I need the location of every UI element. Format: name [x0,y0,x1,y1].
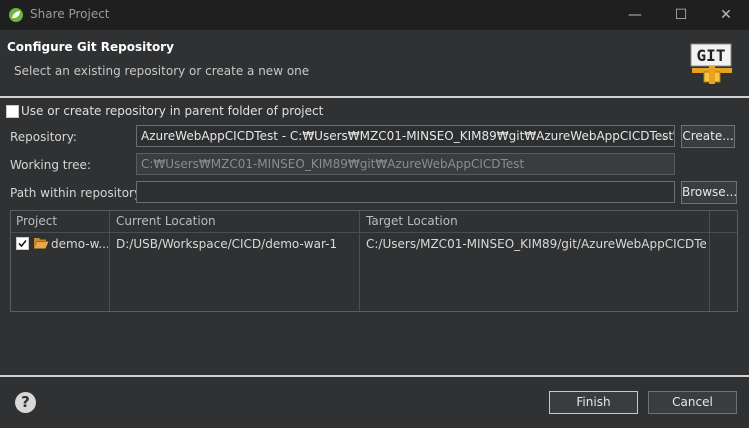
working-tree-label: Working tree: [10,158,91,172]
column-divider [709,211,710,311]
repository-value: AzureWebAppCICDTest - C:₩Users₩MZC01-MIN… [141,129,675,143]
parent-folder-label: Use or create repository in parent folde… [21,104,324,118]
create-repository-button[interactable]: Create... [681,125,735,148]
row-checkbox[interactable] [16,237,29,250]
table-cell-target-location: C:/Users/MZC01-MINSEO_KIM89/git/AzureWeb… [366,237,706,251]
window-title: Share Project [30,7,110,21]
header-separator [0,96,749,98]
repository-label: Repository: [10,130,77,144]
help-icon[interactable]: ? [15,392,36,413]
working-tree-field: C:₩Users₩MZC01-MINSEO_KIM89₩git₩AzureWeb… [136,153,675,175]
working-tree-value: C:₩Users₩MZC01-MINSEO_KIM89₩git₩AzureWeb… [141,157,525,171]
check-icon [18,239,27,248]
repository-combo[interactable]: AzureWebAppCICDTest - C:₩Users₩MZC01-MIN… [136,125,675,147]
parent-folder-checkbox[interactable] [6,105,19,118]
maximize-button[interactable]: ☐ [658,0,704,30]
column-divider [359,211,360,311]
table-header-divider [11,232,737,233]
column-header-project[interactable]: Project [10,210,110,232]
path-within-repository-field[interactable] [136,181,675,203]
open-folder-icon [34,238,49,249]
finish-button[interactable]: Finish [549,391,638,414]
spring-leaf-icon [9,8,23,22]
browse-button[interactable]: Browse... [681,181,737,204]
page-description: Select an existing repository or create … [14,64,310,78]
page-title: Configure Git Repository [7,40,174,54]
git-logo-icon: GIT [688,42,736,86]
table-cell-project: demo-w... [51,237,108,251]
table-cell-current-location: D:/USB/Workspace/CICD/demo-war-1 [116,237,338,251]
path-within-repository-label: Path within repository: [10,186,145,200]
chevron-down-icon[interactable]: ⌵ [660,129,668,143]
close-button[interactable]: ✕ [703,0,749,30]
column-header-target-location[interactable]: Target Location [360,210,710,232]
cancel-button[interactable]: Cancel [648,391,737,414]
column-header-current-location[interactable]: Current Location [110,210,360,232]
finish-button-label: Finish [576,395,611,409]
footer-separator [0,375,749,377]
minimize-button[interactable]: — [612,0,658,30]
column-divider [109,211,110,311]
git-logo-text: GIT [697,46,726,65]
browse-button-label: Browse... [682,185,738,199]
